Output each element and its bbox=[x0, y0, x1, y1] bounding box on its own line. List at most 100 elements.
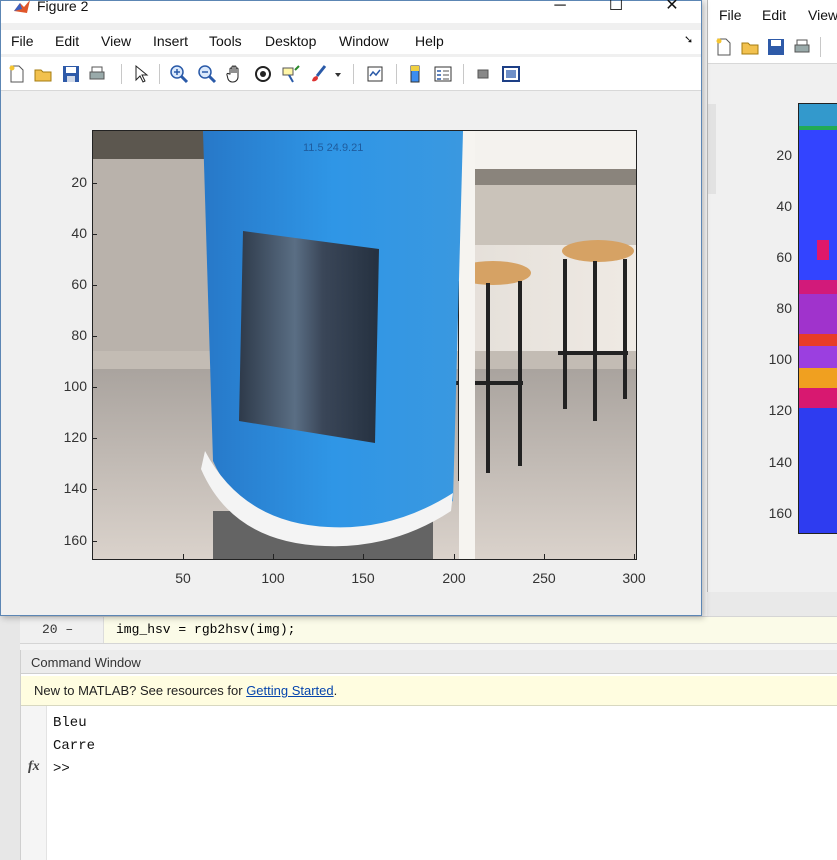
figure-1-window[interactable]: File Edit View 20 40 60 80 100 120 140 1… bbox=[707, 0, 837, 592]
data-cursor-icon[interactable] bbox=[281, 64, 301, 84]
toolbar-separator bbox=[820, 37, 821, 57]
menu-edit[interactable]: Edit bbox=[55, 33, 79, 49]
y-tick-mark bbox=[92, 183, 97, 184]
fig1-hsv-image bbox=[799, 104, 837, 533]
figure-2-toolbar bbox=[1, 57, 701, 91]
getting-started-link[interactable]: Getting Started bbox=[246, 683, 333, 698]
new-figure-icon[interactable] bbox=[7, 64, 27, 84]
fig1-y-tick-label: 120 bbox=[768, 402, 792, 418]
brush-icon[interactable] bbox=[309, 64, 329, 84]
menu-insert[interactable]: Insert bbox=[153, 33, 188, 49]
x-tick-label: 250 bbox=[532, 570, 556, 586]
toolbar-separator bbox=[353, 64, 354, 84]
y-tick-mark bbox=[92, 336, 97, 337]
y-tick-label: 40 bbox=[71, 225, 87, 241]
figure-2-menu-bar: File Edit View Insert Tools Desktop Wind… bbox=[1, 30, 701, 54]
toolbar-separator bbox=[121, 64, 122, 84]
insert-legend-icon[interactable] bbox=[433, 64, 453, 84]
menu-file[interactable]: File bbox=[11, 33, 34, 49]
matlab-logo-icon bbox=[14, 0, 30, 13]
menu-help[interactable]: Help bbox=[415, 33, 444, 49]
fig1-bottom-edge bbox=[707, 592, 837, 616]
link-plot-icon[interactable] bbox=[365, 64, 385, 84]
menu-window[interactable]: Window bbox=[339, 33, 389, 49]
x-tick-mark bbox=[454, 554, 455, 559]
zoom-out-icon[interactable] bbox=[197, 64, 217, 84]
fig1-y-tick-label: 40 bbox=[776, 198, 792, 214]
editor-code[interactable]: img_hsv = rgb2hsv(img); bbox=[116, 622, 295, 637]
fig1-y-tick-label: 60 bbox=[776, 249, 792, 265]
y-tick-label: 160 bbox=[63, 532, 87, 548]
left-panel-edge bbox=[0, 616, 20, 860]
new-figure-icon[interactable] bbox=[714, 37, 734, 57]
window-title: Figure 2 bbox=[37, 0, 89, 14]
menu-desktop[interactable]: Desktop bbox=[265, 33, 316, 49]
figure-2-title-bar: Figure 2 ─ ☐ ✕ bbox=[1, 0, 701, 23]
fig1-menu-view[interactable]: View bbox=[808, 7, 837, 23]
toolbar-separator bbox=[463, 64, 464, 84]
x-tick-label: 100 bbox=[261, 570, 285, 586]
fig1-y-tick-label: 160 bbox=[768, 505, 792, 521]
function-browser-icon[interactable]: fx bbox=[28, 759, 40, 775]
minimize-button[interactable]: ─ bbox=[537, 0, 583, 17]
fig1-panel-edge bbox=[708, 104, 716, 194]
fig1-menu-file[interactable]: File bbox=[719, 7, 742, 23]
command-window-title-bar: Command Window bbox=[21, 650, 837, 674]
y-tick-label: 120 bbox=[63, 429, 87, 445]
brush-dropdown-icon[interactable] bbox=[332, 64, 344, 84]
menu-overflow-icon[interactable]: ➘ bbox=[684, 33, 693, 46]
y-tick-label: 20 bbox=[71, 174, 87, 190]
editor-line[interactable]: 20 – img_hsv = rgb2hsv(img); bbox=[20, 616, 837, 644]
show-plot-tools-icon[interactable] bbox=[501, 64, 521, 84]
toolbar-separator bbox=[396, 64, 397, 84]
x-tick-mark bbox=[273, 554, 274, 559]
y-tick-mark bbox=[92, 489, 97, 490]
zoom-in-icon[interactable] bbox=[169, 64, 189, 84]
y-tick-mark bbox=[92, 285, 97, 286]
figure-2-window[interactable]: Figure 2 ─ ☐ ✕ File Edit View Insert Too… bbox=[0, 0, 702, 616]
x-tick-label: 50 bbox=[175, 570, 191, 586]
save-icon[interactable] bbox=[61, 64, 81, 84]
editor-line-number: 20 – bbox=[42, 622, 74, 637]
open-file-icon[interactable] bbox=[33, 64, 53, 84]
label-print: 11.5 24.9.21 bbox=[303, 142, 363, 154]
fig1-y-tick-label: 20 bbox=[776, 147, 792, 163]
print-icon[interactable] bbox=[792, 37, 812, 57]
menu-tools[interactable]: Tools bbox=[209, 33, 242, 49]
command-window-gutter bbox=[21, 706, 47, 860]
close-button[interactable]: ✕ bbox=[649, 0, 695, 17]
y-tick-mark bbox=[92, 234, 97, 235]
pan-hand-icon[interactable] bbox=[225, 64, 245, 84]
rotate-3d-icon[interactable] bbox=[253, 64, 273, 84]
menu-view[interactable]: View bbox=[101, 33, 131, 49]
fig1-hsv-image-axes[interactable] bbox=[798, 103, 837, 534]
command-prompt[interactable]: >> bbox=[53, 761, 70, 777]
x-tick-mark bbox=[634, 554, 635, 559]
x-tick-label: 300 bbox=[622, 570, 646, 586]
y-tick-label: 80 bbox=[71, 327, 87, 343]
figure-1-toolbar bbox=[708, 30, 837, 64]
matlab-desktop: 20 – img_hsv = rgb2hsv(img); Command Win… bbox=[0, 0, 837, 860]
command-window[interactable]: Command Window New to MATLAB? See resour… bbox=[20, 650, 837, 860]
insert-colorbar-icon[interactable] bbox=[405, 64, 425, 84]
fig1-y-tick-label: 100 bbox=[768, 351, 792, 367]
hide-plot-tools-icon[interactable] bbox=[473, 64, 493, 84]
x-tick-mark bbox=[363, 554, 364, 559]
save-icon[interactable] bbox=[766, 37, 786, 57]
maximize-button[interactable]: ☐ bbox=[593, 0, 639, 17]
command-window-title: Command Window bbox=[31, 655, 141, 670]
y-tick-label: 100 bbox=[63, 378, 87, 394]
fig1-y-tick-label: 80 bbox=[776, 300, 792, 316]
y-tick-mark bbox=[92, 387, 97, 388]
print-icon[interactable] bbox=[87, 64, 107, 84]
getting-started-banner: New to MATLAB? See resources for Getting… bbox=[21, 676, 837, 706]
camera-image: 11.5 24.9.21 bbox=[93, 131, 636, 559]
edit-plot-arrow-icon[interactable] bbox=[131, 64, 151, 84]
image-axes[interactable]: 11.5 24.9.21 bbox=[92, 130, 637, 560]
y-tick-label: 140 bbox=[63, 480, 87, 496]
fig1-y-tick-label: 140 bbox=[768, 454, 792, 470]
fig1-menu-edit[interactable]: Edit bbox=[762, 7, 786, 23]
figure-1-menu-bar: File Edit View bbox=[708, 0, 837, 30]
open-file-icon[interactable] bbox=[740, 37, 760, 57]
command-output-line: Bleu bbox=[53, 715, 87, 731]
